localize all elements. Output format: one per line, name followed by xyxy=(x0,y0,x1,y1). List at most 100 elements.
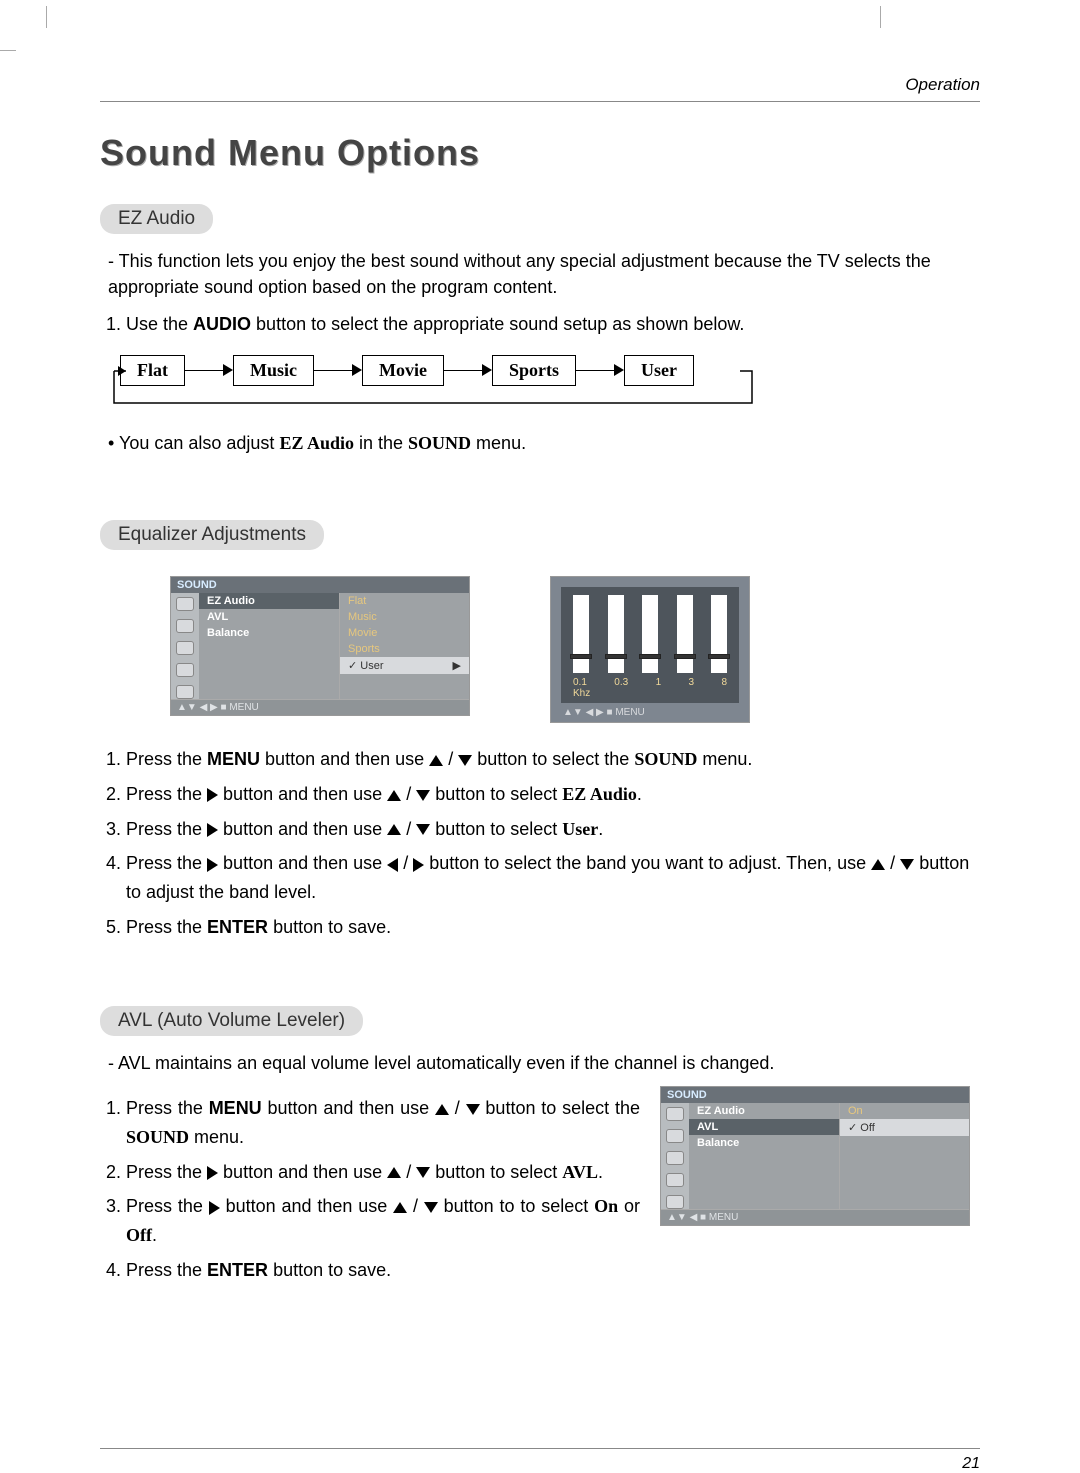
text: button and then use xyxy=(262,1098,435,1118)
term: On xyxy=(594,1196,618,1216)
eq-slider-handle xyxy=(708,654,730,659)
right-icon xyxy=(207,788,218,802)
text: button to select the appropriate sound s… xyxy=(251,314,744,334)
equalizer-panel: 0.1 0.3 1 3 8 Khz ▲▼ ◀ ▶ ■ MENU xyxy=(550,576,750,723)
osd-item-balance: Balance xyxy=(689,1135,839,1151)
right-icon xyxy=(207,1166,218,1180)
avl-description: - AVL maintains an equal volume level au… xyxy=(108,1050,980,1076)
down-icon xyxy=(458,755,472,766)
osd-category-icon xyxy=(176,663,194,677)
osd-sound-menu-avl: SOUND EZ Audio AVL Balance xyxy=(660,1086,970,1226)
down-icon xyxy=(416,1167,430,1178)
equalizer-steps: Press the MENU button and then use / but… xyxy=(100,745,980,942)
osd-option-sports: Sports xyxy=(340,641,469,657)
up-icon xyxy=(435,1104,449,1115)
osd-icon-column xyxy=(171,593,199,699)
osd-category-icon xyxy=(666,1151,684,1165)
osd-option-off: Off xyxy=(840,1119,969,1136)
eq-footer: ▲▼ ◀ ▶ ■ MENU xyxy=(561,703,739,718)
flow-box-flat: Flat xyxy=(120,355,185,386)
osd-category-icon xyxy=(666,1195,684,1209)
text: button to save. xyxy=(268,1260,391,1280)
osd-footer: ▲▼ ◀ ▶ ■ MENU xyxy=(171,699,469,715)
eq-slider-handle xyxy=(605,654,627,659)
eq-slider-handle xyxy=(639,654,661,659)
text: button to select xyxy=(430,819,562,839)
osd-category-icon xyxy=(666,1129,684,1143)
eq-step-1: Press the MENU button and then use / but… xyxy=(126,745,980,774)
eq-bar xyxy=(608,595,624,673)
up-icon xyxy=(387,790,401,801)
right-icon xyxy=(209,1201,220,1215)
osd-icon-column xyxy=(661,1103,689,1209)
text: menu. xyxy=(471,433,526,453)
text: Press the xyxy=(126,749,207,769)
arrow-icon xyxy=(576,364,624,376)
text: button and then use xyxy=(260,749,429,769)
osd-category-icon xyxy=(176,619,194,633)
osd-footer: ▲▼ ◀ ■ MENU xyxy=(661,1209,969,1225)
text: button to select the xyxy=(480,1098,640,1118)
eq-band-label: 0.1 xyxy=(573,677,587,688)
text: button to to select xyxy=(438,1196,594,1216)
osd-item-ezaudio: EZ Audio xyxy=(689,1103,839,1119)
right-icon xyxy=(207,858,218,872)
subsection-heading-ez-audio: EZ Audio xyxy=(100,204,213,234)
text: . xyxy=(598,819,603,839)
arrow-icon xyxy=(185,364,233,376)
eq-slider-handle xyxy=(674,654,696,659)
ez-audio-flow: Flat Music Movie Sports User xyxy=(100,355,980,426)
button-name: MENU xyxy=(209,1098,262,1118)
text: button and then use xyxy=(220,1196,393,1216)
crop-mark xyxy=(0,50,16,51)
text: • You can also adjust xyxy=(108,433,279,453)
text: menu. xyxy=(697,749,752,769)
text: button and then use xyxy=(218,819,387,839)
ez-audio-steps: Use the AUDIO button to select the appro… xyxy=(100,310,980,339)
text: Use the xyxy=(126,314,193,334)
osd-option-label: Off xyxy=(848,1121,875,1134)
eq-band-labels: 0.1 0.3 1 3 8 xyxy=(561,675,739,688)
text: button to select the band you want to ad… xyxy=(424,853,871,873)
text: button to save. xyxy=(268,917,391,937)
ez-audio-step-1: Use the AUDIO button to select the appro… xyxy=(126,310,980,339)
eq-band-label: 1 xyxy=(656,677,662,688)
flow-box-movie: Movie xyxy=(362,355,444,386)
chevron-right-icon: ▶ xyxy=(453,659,461,672)
button-name: AUDIO xyxy=(193,314,251,334)
down-icon xyxy=(466,1104,480,1115)
page-title: Sound Menu Options xyxy=(100,132,980,174)
osd-item-balance: Balance xyxy=(199,625,339,641)
osd-title: SOUND xyxy=(661,1087,969,1103)
osd-title: SOUND xyxy=(171,577,469,593)
text: button to select the xyxy=(472,749,634,769)
text: Press the xyxy=(126,1260,207,1280)
osd-category-icon xyxy=(176,641,194,655)
right-icon xyxy=(413,858,424,872)
button-name: MENU xyxy=(207,749,260,769)
text: in the xyxy=(354,433,408,453)
section-label: Operation xyxy=(905,75,980,94)
osd-category-icon xyxy=(176,597,194,611)
eq-step-3: Press the button and then use / button t… xyxy=(126,815,980,844)
up-icon xyxy=(387,1167,401,1178)
osd-category-icon xyxy=(666,1173,684,1187)
ez-audio-description: - This function lets you enjoy the best … xyxy=(108,248,980,300)
osd-option-music: Music xyxy=(340,609,469,625)
page-footer: 21 xyxy=(100,1448,980,1473)
osd-item-avl: AVL xyxy=(689,1119,839,1135)
avl-step-1: Press the MENU button and then use / but… xyxy=(126,1094,640,1152)
eq-band-label: 0.3 xyxy=(614,677,628,688)
down-icon xyxy=(416,790,430,801)
subsection-heading-avl: AVL (Auto Volume Leveler) xyxy=(100,1006,363,1036)
down-icon xyxy=(900,859,914,870)
term: EZ Audio xyxy=(279,433,354,453)
text: Press the xyxy=(126,917,207,937)
osd-option-column: Flat Music Movie Sports User▶ xyxy=(339,593,469,699)
down-icon xyxy=(416,824,430,835)
eq-bar xyxy=(573,595,589,673)
term: Off xyxy=(126,1225,152,1245)
eq-bar xyxy=(642,595,658,673)
eq-slider-handle xyxy=(570,654,592,659)
term: EZ Audio xyxy=(562,784,637,804)
